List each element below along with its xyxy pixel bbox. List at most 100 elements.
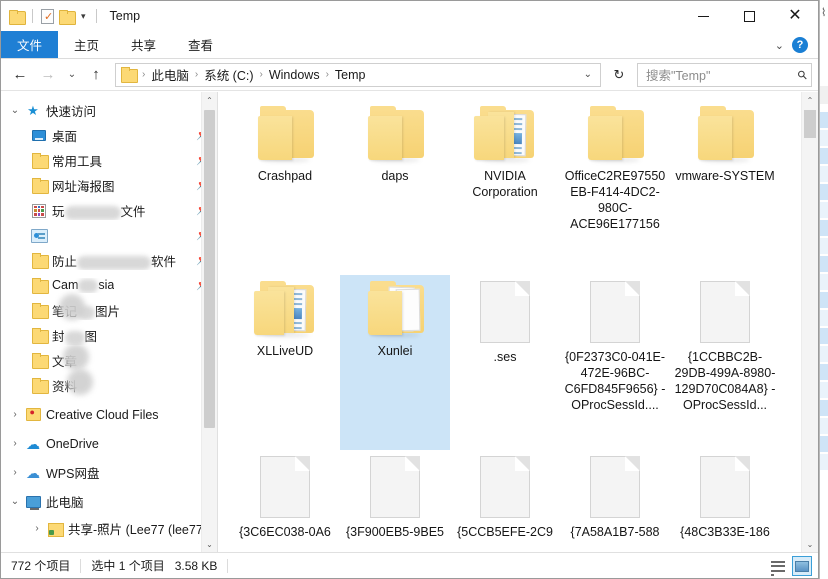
chevron-down-icon[interactable]: ⌄	[7, 105, 23, 116]
sidebar-item-cover-images[interactable]: 封图	[1, 323, 217, 348]
background-window-glyph: ⌇	[821, 7, 827, 19]
file-item-guid-3f900eb5[interactable]: {3F900EB5-9BE5	[340, 450, 450, 552]
sidebar-item-creative-cloud-files[interactable]: › Creative Cloud Files	[1, 402, 217, 427]
tab-file[interactable]: 文件	[1, 31, 59, 58]
file-list-scrollbar[interactable]: ⌃ ⌄	[801, 92, 818, 552]
file-item-ses[interactable]: .ses	[450, 275, 560, 450]
file-item-guid-7a58a1b7[interactable]: {7A58A1B7-588	[560, 450, 670, 552]
chevron-down-icon[interactable]: ⌄	[775, 39, 784, 52]
file-item-guid-5ccb5efe[interactable]: {5CCB5EFE-2C9	[450, 450, 560, 552]
sidebar-item-redacted-files[interactable]: 玩文件 📌	[1, 198, 217, 223]
sidebar-item-articles[interactable]: 文章	[1, 348, 217, 373]
file-list-scrollbar-thumb[interactable]	[804, 110, 816, 138]
folder-icon	[29, 153, 49, 169]
maximize-button[interactable]	[726, 1, 772, 31]
sidebar-item-url-poster[interactable]: 网址海报图 📌	[1, 173, 217, 198]
file-icon	[370, 456, 420, 518]
scroll-down-icon[interactable]: ⌄	[802, 536, 818, 552]
folder-icon	[29, 303, 49, 319]
customize-caret-icon[interactable]: ▾	[79, 11, 88, 22]
sidebar-item-redacted-contact[interactable]: 📌	[1, 223, 217, 248]
navigation-pane: ⌄ ★ 快速访问 桌面 📌 常用工具 📌 网址海报图 �	[1, 92, 218, 552]
file-name: Crashpad	[257, 169, 313, 183]
redacted-text	[64, 330, 85, 345]
breadcrumb-item-windows[interactable]: Windows	[264, 68, 325, 82]
file-icon	[590, 456, 640, 518]
scroll-up-icon[interactable]: ⌃	[202, 92, 217, 108]
file-item-vmware-system[interactable]: vmware-SYSTEM	[670, 100, 780, 275]
chevron-right-icon[interactable]: ›	[7, 409, 23, 420]
file-item-crashpad[interactable]: Crashpad	[230, 100, 340, 275]
breadcrumb-item-this-pc[interactable]: 此电脑	[146, 65, 194, 84]
sidebar-item-antivirus-software[interactable]: 防止软件 📌	[1, 248, 217, 273]
file-item-guid-1ccbbc2b[interactable]: {1CCBBC2B-29DB-499A-8980-129D70C084A8} -…	[670, 275, 780, 450]
sidebar-item-materials[interactable]: 资料	[1, 373, 217, 398]
chevron-down-icon[interactable]: ⌄	[7, 496, 23, 507]
file-item-guid-3c6ec038[interactable]: {3C6EC038-0A6	[230, 450, 340, 552]
sidebar-item-common-tools[interactable]: 常用工具 📌	[1, 148, 217, 173]
help-icon[interactable]: ?	[792, 37, 808, 53]
sidebar-item-shared-photos[interactable]: › 共享-照片 (Lee77 (lee77))	[1, 516, 217, 541]
recent-locations-button[interactable]: ⌄	[63, 62, 81, 88]
file-list-pane[interactable]: Crashpad daps NVIDIA Corporation OfficeC…	[218, 92, 818, 552]
back-button[interactable]: ←	[7, 62, 33, 88]
file-item-daps[interactable]: daps	[340, 100, 450, 275]
breadcrumb-item-temp[interactable]: Temp	[330, 68, 371, 82]
file-item-xlliveud[interactable]: XLLiveUD	[230, 275, 340, 450]
search-input[interactable]: 搜索"Temp"	[646, 65, 798, 84]
sidebar-item-label-suffix: sia	[98, 278, 115, 293]
file-item-guid-0f2373c0[interactable]: {0F2373C0-041E-472E-96BC-C6FD845F9656} -…	[560, 275, 670, 450]
folder-icon	[29, 378, 49, 394]
sidebar-scrollbar[interactable]: ⌃ ⌄	[201, 92, 217, 552]
scroll-down-icon[interactable]: ⌄	[202, 536, 217, 552]
this-pc-icon	[23, 495, 43, 510]
sidebar-item-notes-images[interactable]: 笔记 图片	[1, 298, 217, 323]
tab-view[interactable]: 查看	[172, 31, 229, 58]
background-row	[820, 310, 828, 326]
tab-home[interactable]: 主页	[58, 31, 115, 58]
minimize-button[interactable]	[680, 1, 726, 31]
file-icon	[480, 456, 530, 518]
search-box[interactable]: 搜索"Temp" ⚲	[637, 62, 812, 87]
chevron-right-icon[interactable]: ›	[29, 523, 45, 534]
sidebar-item-label-prefix: 笔记	[52, 305, 78, 319]
sidebar-item-label: 文章	[52, 355, 78, 369]
file-item-guid-48c3b33e[interactable]: {48C3B33E-186	[670, 450, 780, 552]
details-view-button[interactable]	[768, 556, 788, 576]
sidebar-scrollbar-thumb[interactable]	[204, 110, 215, 428]
sidebar-item-wps-cloud[interactable]: › ☁ WPS网盘	[1, 460, 217, 485]
desktop-icon	[29, 130, 49, 141]
background-window[interactable]: ⌇	[819, 0, 828, 579]
sidebar-item-label: 笔记 图片	[52, 301, 120, 320]
address-dropdown-icon[interactable]: ⌄	[578, 69, 598, 80]
explorer-window-frame: ✓ ▾ Temp ✕ 文件 主页 共享 查看 ⌄ ? ← → ⌄ ↑ › 此电脑…	[0, 0, 819, 579]
address-bar[interactable]: › 此电脑 › 系统 (C:) › Windows › Temp ⌄	[115, 62, 601, 87]
chevron-right-icon[interactable]: ›	[7, 467, 23, 478]
breadcrumb-item-system-c[interactable]: 系统 (C:)	[199, 65, 258, 84]
background-row	[820, 112, 828, 128]
scroll-up-icon[interactable]: ⌃	[802, 92, 818, 108]
up-button[interactable]: ↑	[83, 62, 109, 88]
sidebar-item-quick-access[interactable]: ⌄ ★ 快速访问	[1, 98, 217, 123]
new-folder-icon[interactable]	[59, 9, 76, 25]
background-window-header	[820, 86, 828, 104]
sidebar-item-onedrive[interactable]: › ☁ OneDrive	[1, 431, 217, 456]
file-item-officec2r[interactable]: OfficeC2RE97550EB-F414-4DC2-980C-ACE96E1…	[560, 100, 670, 275]
refresh-button[interactable]: ↻	[607, 63, 631, 87]
properties-icon[interactable]: ✓	[41, 8, 54, 24]
file-item-nvidia-corporation[interactable]: NVIDIA Corporation	[450, 100, 560, 275]
large-icons-view-button[interactable]	[792, 556, 812, 576]
forward-button[interactable]: →	[35, 62, 61, 88]
status-bar: 772 个项目 选中 1 个项目 3.58 KB	[1, 552, 818, 578]
folder-with-documents-icon	[472, 106, 538, 162]
sidebar-item-label: 共享-照片 (Lee77 (lee77))	[68, 523, 212, 537]
chevron-right-icon[interactable]: ›	[7, 438, 23, 449]
folder-icon[interactable]	[9, 9, 26, 25]
address-bar-row: ← → ⌄ ↑ › 此电脑 › 系统 (C:) › Windows › Temp…	[1, 59, 818, 91]
file-item-xunlei[interactable]: Xunlei	[340, 275, 450, 450]
sidebar-item-desktop[interactable]: 桌面 📌	[1, 123, 217, 148]
close-button[interactable]: ✕	[772, 1, 818, 31]
tab-share[interactable]: 共享	[115, 31, 172, 58]
sidebar-item-this-pc[interactable]: ⌄ 此电脑	[1, 489, 217, 514]
sidebar-item-camtasia[interactable]: Camsia 📌	[1, 273, 217, 298]
